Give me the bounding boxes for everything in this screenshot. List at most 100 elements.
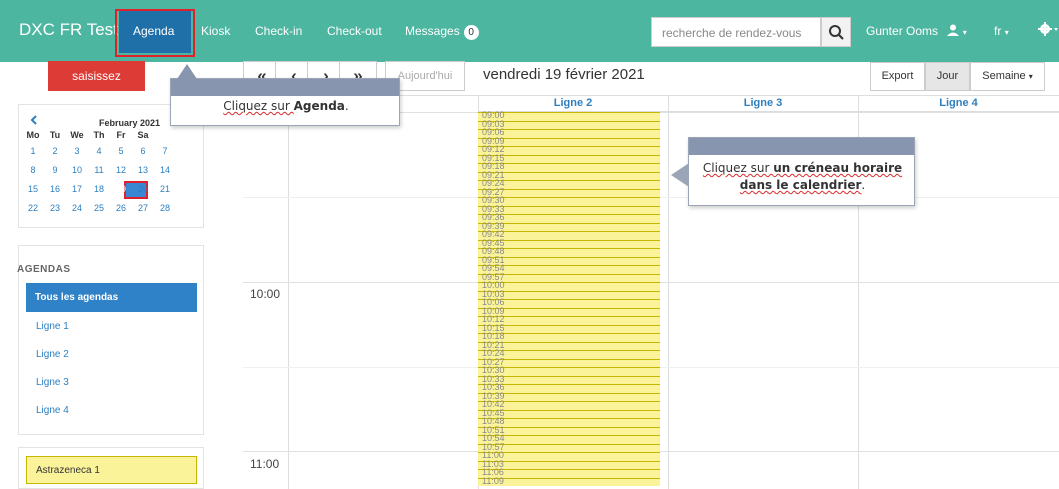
time-slot[interactable]: 10:54 xyxy=(478,434,660,444)
brand-title[interactable]: DXC FR Test xyxy=(19,20,118,40)
time-slot[interactable]: 09:15 xyxy=(478,153,660,163)
mini-calendar-day[interactable]: 5 xyxy=(110,143,132,159)
mini-calendar-day[interactable]: 25 xyxy=(88,200,110,216)
mini-calendar-day[interactable]: 4 xyxy=(88,143,110,159)
week-view-button[interactable]: Semaine ▾ xyxy=(970,62,1045,91)
mini-calendar-day[interactable]: 6 xyxy=(132,143,154,159)
time-slot[interactable]: 10:12 xyxy=(478,315,660,325)
time-slot[interactable]: 10:36 xyxy=(478,383,660,393)
nav-messages[interactable]: Messages 0 xyxy=(405,24,479,40)
mini-calendar-day[interactable]: 10 xyxy=(66,162,88,178)
time-slot[interactable]: 11:09 xyxy=(478,476,660,486)
time-slot[interactable]: 10:51 xyxy=(478,425,660,435)
appointment-type-astrazeneca[interactable]: Astrazeneca 1 xyxy=(26,456,197,484)
export-button[interactable]: Export xyxy=(870,62,925,91)
time-slot[interactable]: 09:09 xyxy=(478,136,660,146)
time-slot[interactable]: 09:42 xyxy=(478,230,660,240)
slot-tooltip-text: Cliquez sur un créneau horaire dans le c… xyxy=(689,160,916,194)
agenda-item-all[interactable]: Tous les agendas xyxy=(26,283,197,312)
time-slot[interactable]: 10:03 xyxy=(478,289,660,299)
mini-calendar-day[interactable]: 27 xyxy=(132,200,154,216)
time-slot[interactable]: 09:39 xyxy=(478,221,660,231)
grid-divider xyxy=(668,95,669,489)
mini-calendar-day[interactable]: 11 xyxy=(88,162,110,178)
time-slot[interactable]: 09:12 xyxy=(478,145,660,155)
time-slot[interactable]: 10:39 xyxy=(478,391,660,401)
agenda-item-ligne-2[interactable]: Ligne 2 xyxy=(36,349,69,360)
time-slot[interactable]: 09:30 xyxy=(478,196,660,206)
time-slot[interactable]: 10:18 xyxy=(478,332,660,342)
time-slot[interactable]: 09:54 xyxy=(478,264,660,274)
time-slot[interactable]: 10:09 xyxy=(478,306,660,316)
mini-calendar-day[interactable]: 21 xyxy=(154,181,176,197)
time-slot[interactable]: 09:48 xyxy=(478,247,660,257)
time-slot[interactable]: 09:00 xyxy=(478,111,660,121)
time-slot[interactable]: 11:06 xyxy=(478,468,660,478)
mini-calendar-day[interactable]: 26 xyxy=(110,200,132,216)
time-slot[interactable]: 10:48 xyxy=(478,417,660,427)
time-slot[interactable]: 09:36 xyxy=(478,213,660,223)
time-slot[interactable]: 09:45 xyxy=(478,238,660,248)
time-slot[interactable]: 10:24 xyxy=(478,349,660,359)
time-slot[interactable]: 10:33 xyxy=(478,374,660,384)
time-slot[interactable]: 09:57 xyxy=(478,272,660,282)
mini-calendar-day[interactable]: 8 xyxy=(22,162,44,178)
tooltip-header-bar xyxy=(689,138,914,155)
mini-calendar-day[interactable]: 7 xyxy=(154,143,176,159)
time-slot[interactable]: 10:21 xyxy=(478,340,660,350)
tooltip-suffix: . xyxy=(344,99,349,113)
time-slot[interactable]: 11:03 xyxy=(478,459,660,469)
time-slot[interactable]: 10:30 xyxy=(478,366,660,376)
mini-calendar-day[interactable]: 16 xyxy=(44,181,66,197)
mini-calendar-day[interactable]: 14 xyxy=(154,162,176,178)
time-slot[interactable]: 10:57 xyxy=(478,442,660,452)
time-slot[interactable]: 09:21 xyxy=(478,170,660,180)
mini-calendar-day[interactable]: 1 xyxy=(22,143,44,159)
time-slot[interactable]: 09:06 xyxy=(478,128,660,138)
time-slot[interactable]: 09:03 xyxy=(478,119,660,129)
time-slot[interactable]: 09:33 xyxy=(478,204,660,214)
mini-calendar-day[interactable]: 20 xyxy=(132,181,154,197)
time-slot[interactable]: 11:00 xyxy=(478,451,660,461)
mini-calendar-day[interactable]: 24 xyxy=(66,200,88,216)
nav-kiosk[interactable]: Kiosk xyxy=(201,24,230,38)
mini-calendar-day[interactable]: 28 xyxy=(154,200,176,216)
time-slot[interactable]: 10:45 xyxy=(478,408,660,418)
nav-check-in[interactable]: Check-in xyxy=(255,24,302,38)
search-input[interactable]: recherche de rendez-vous xyxy=(651,17,821,47)
mini-calendar-day[interactable]: 15 xyxy=(22,181,44,197)
mini-calendar-day[interactable]: 2 xyxy=(44,143,66,159)
time-slot[interactable]: 10:42 xyxy=(478,400,660,410)
mini-calendar-week: 22 23 24 25 26 27 28 xyxy=(22,200,176,216)
time-slot[interactable]: 09:27 xyxy=(478,187,660,197)
time-slot[interactable]: 09:24 xyxy=(478,179,660,189)
mini-calendar-day[interactable]: 17 xyxy=(66,181,88,197)
prev-month-icon[interactable] xyxy=(29,115,39,125)
time-slot[interactable]: 09:51 xyxy=(478,255,660,265)
gear-icon[interactable] xyxy=(1036,20,1059,38)
language-menu[interactable]: fr ▾ xyxy=(994,24,1009,38)
nav-check-out[interactable]: Check-out xyxy=(327,24,382,38)
time-slot[interactable]: 10:00 xyxy=(478,281,660,291)
mini-calendar-day[interactable]: 13 xyxy=(132,162,154,178)
agenda-item-ligne-1[interactable]: Ligne 1 xyxy=(36,321,69,332)
day-view-button[interactable]: Jour xyxy=(925,62,970,91)
mini-calendar-day[interactable]: 23 xyxy=(44,200,66,216)
agenda-item-ligne-4[interactable]: Ligne 4 xyxy=(36,405,69,416)
mini-calendar-day[interactable]: 12 xyxy=(110,162,132,178)
time-slot[interactable]: 10:15 xyxy=(478,323,660,333)
user-menu[interactable]: Gunter Ooms ▾ xyxy=(866,24,967,38)
mini-calendar-week: 1234567 xyxy=(22,143,176,159)
mini-calendar-day[interactable]: 22 xyxy=(22,200,44,216)
agenda-item-ligne-3[interactable]: Ligne 3 xyxy=(36,377,69,388)
mini-calendar-day[interactable]: 3 xyxy=(66,143,88,159)
mini-calendar-day[interactable]: 19 xyxy=(110,181,132,197)
time-slot[interactable]: 09:18 xyxy=(478,162,660,172)
add-appointment-button[interactable]: saisissez xyxy=(48,61,145,91)
time-slot[interactable]: 10:06 xyxy=(478,298,660,308)
mini-calendar-day[interactable]: 18 xyxy=(88,181,110,197)
search-button[interactable] xyxy=(821,17,851,47)
mini-calendar-day[interactable]: 9 xyxy=(44,162,66,178)
weekday-label: Sa xyxy=(137,130,149,140)
time-slot[interactable]: 10:27 xyxy=(478,357,660,367)
